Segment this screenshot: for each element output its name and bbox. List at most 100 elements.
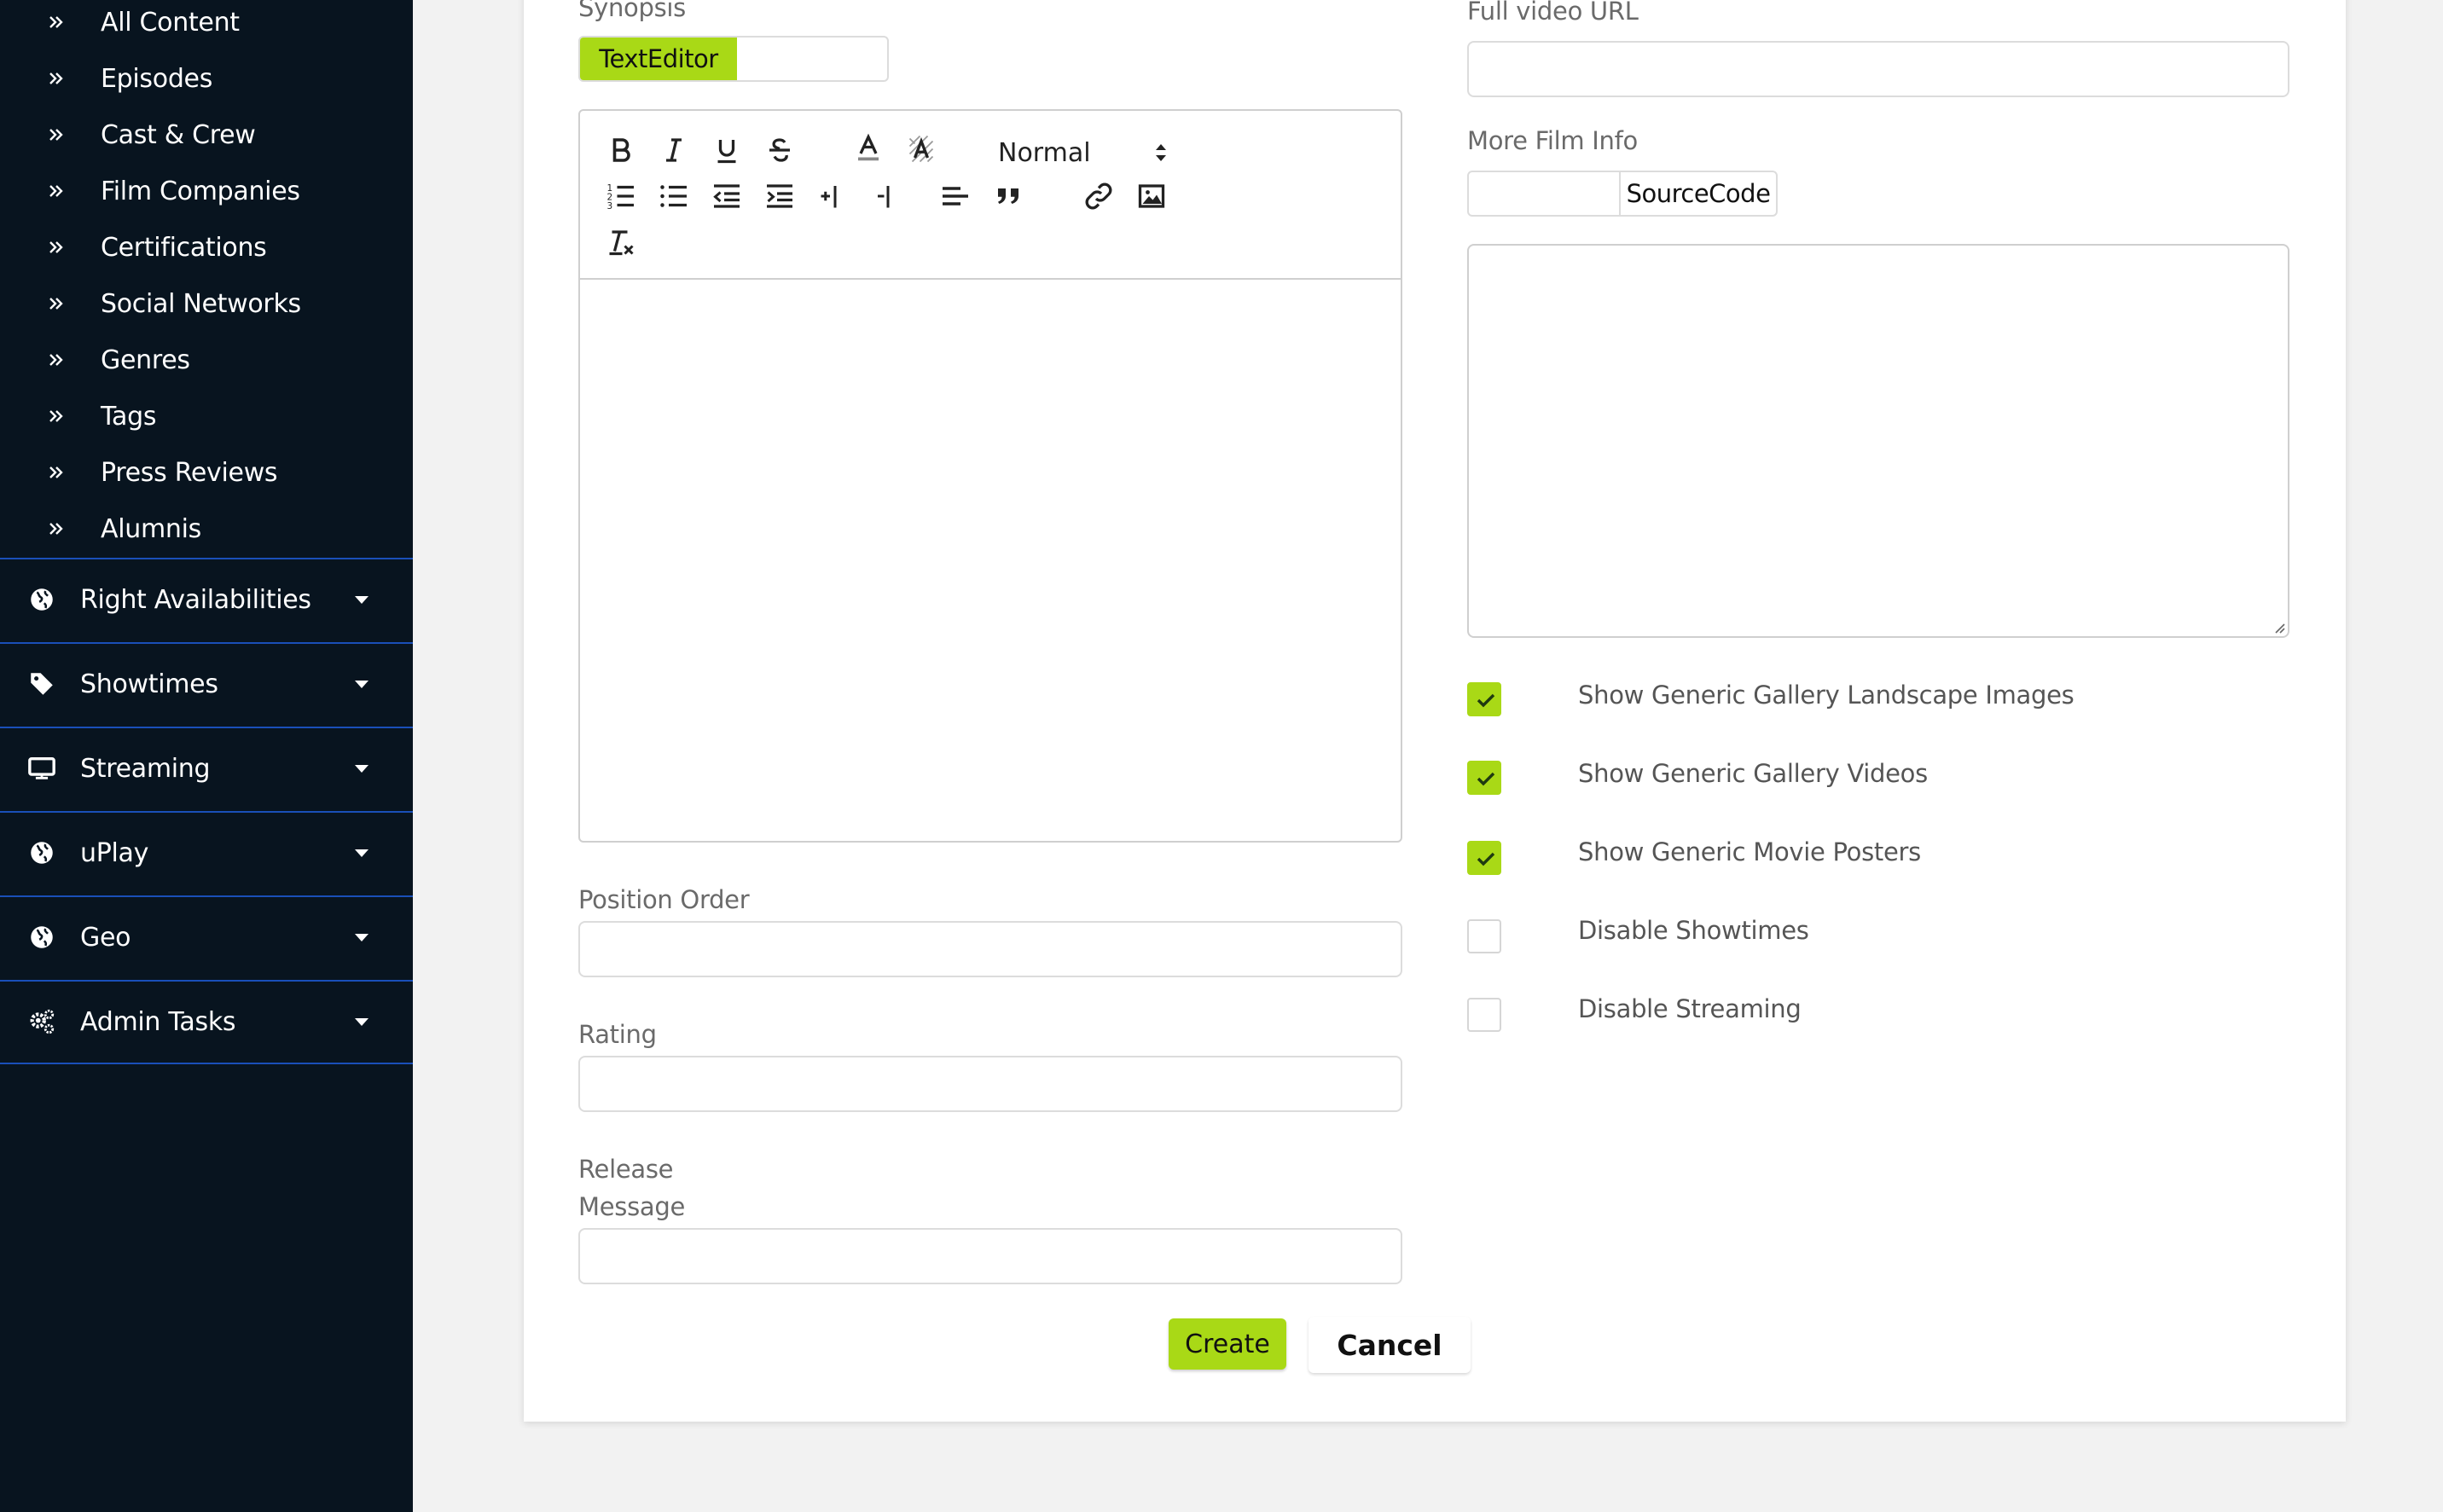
sidebar-menu-uplay[interactable]: uPlay — [0, 811, 413, 893]
double-chevron-right-icon — [49, 298, 63, 310]
sidebar-item-label: Social Networks — [101, 288, 301, 319]
blockquote-icon[interactable] — [991, 179, 1025, 213]
sidebar-menu-label: Streaming — [80, 753, 211, 784]
link-icon[interactable] — [1082, 179, 1116, 213]
show-gallery-videos-label: Show Generic Gallery Videos — [1578, 759, 1928, 788]
disable-showtimes-label: Disable Showtimes — [1578, 916, 1809, 945]
sidebar-item-episodes[interactable]: Episodes — [0, 51, 413, 106]
double-chevron-right-icon — [49, 410, 63, 422]
sidebar-item-alumnis[interactable]: Alumnis — [0, 501, 413, 556]
globe-icon — [31, 588, 53, 611]
release-message-label-line1: Release — [578, 1155, 674, 1184]
sidebar-menu-geo[interactable]: Geo — [0, 895, 413, 977]
tag-icon — [31, 673, 53, 695]
source-code-mode-button[interactable] — [737, 38, 887, 80]
indent-icon[interactable] — [763, 179, 797, 213]
sidebar-item-social-networks[interactable]: Social Networks — [0, 276, 413, 331]
synopsis-rich-text-editor: Normal 123 — [578, 109, 1402, 843]
sidebar-item-all-content[interactable]: All Content — [0, 0, 413, 49]
double-chevron-right-icon — [49, 354, 63, 366]
create-button[interactable]: Create — [1169, 1318, 1286, 1370]
show-landscape-images-label: Show Generic Gallery Landscape Images — [1578, 681, 2075, 710]
sidebar-item-label: Certifications — [101, 232, 267, 263]
source-code-mode-button[interactable]: SourceCode — [1619, 172, 1776, 215]
select-arrows-icon — [1156, 144, 1166, 161]
caret-down-icon — [355, 849, 368, 857]
sidebar-item-film-companies[interactable]: Film Companies — [0, 164, 413, 218]
caret-down-icon — [355, 765, 368, 773]
sidebar-item-label: Press Reviews — [101, 457, 278, 488]
caret-down-icon — [355, 1018, 368, 1026]
more-film-info-textarea[interactable] — [1467, 244, 2289, 638]
clear-formatting-icon[interactable] — [604, 225, 638, 259]
strikethrough-icon[interactable] — [763, 133, 797, 167]
cancel-button[interactable]: Cancel — [1309, 1317, 1471, 1373]
caret-down-icon — [355, 934, 368, 941]
disable-streaming-checkbox[interactable] — [1467, 998, 1501, 1032]
sidebar-menu-label: Showtimes — [80, 669, 218, 699]
disable-showtimes-checkbox[interactable] — [1467, 919, 1501, 953]
ordered-list-icon[interactable]: 123 — [604, 179, 638, 213]
resize-grip-icon[interactable] — [2271, 619, 2286, 634]
globe-icon — [31, 926, 53, 948]
italic-icon[interactable] — [657, 133, 691, 167]
checkmark-icon — [1477, 852, 1495, 866]
rating-input[interactable] — [578, 1056, 1402, 1112]
sidebar-item-label: Cast & Crew — [101, 119, 256, 150]
font-color-icon[interactable] — [851, 131, 885, 165]
show-landscape-images-checkbox[interactable] — [1467, 682, 1501, 716]
sidebar-divider — [0, 1063, 413, 1064]
show-gallery-videos-checkbox[interactable] — [1467, 761, 1501, 795]
sidebar-item-press-reviews[interactable]: Press Reviews — [0, 445, 413, 500]
text-editor-mode-button[interactable]: TextEditor — [580, 38, 737, 80]
sidebar-item-genres[interactable]: Genres — [0, 333, 413, 387]
position-order-label: Position Order — [578, 885, 750, 914]
sidebar-menu-label: Right Availabilities — [80, 584, 311, 615]
image-icon[interactable] — [1134, 179, 1169, 213]
release-message-input[interactable] — [578, 1228, 1402, 1284]
release-message-label-line2: Message — [578, 1192, 686, 1221]
format-select[interactable]: Normal — [998, 133, 1169, 172]
checkmark-icon — [1477, 772, 1495, 786]
sidebar-item-certifications[interactable]: Certifications — [0, 220, 413, 275]
caret-down-icon — [355, 681, 368, 688]
sidebar-menu-showtimes[interactable]: Showtimes — [0, 642, 413, 724]
synopsis-editor-body[interactable] — [580, 281, 1401, 841]
caret-down-icon — [355, 596, 368, 604]
double-chevron-right-icon — [49, 72, 63, 84]
double-chevron-right-icon — [49, 129, 63, 141]
double-chevron-right-icon — [49, 466, 63, 478]
align-left-icon[interactable] — [938, 179, 972, 213]
full-video-url-label: Full video URL — [1467, 0, 1639, 26]
sidebar-menu-label: Geo — [80, 922, 131, 953]
sidebar: All Content Episodes Cast & Crew Film Co… — [0, 0, 413, 1512]
sidebar-menu-admin-tasks[interactable]: Admin Tasks — [0, 980, 413, 1062]
more-film-info-mode-toggle: SourceCode — [1467, 171, 1778, 217]
outdent-icon[interactable] — [710, 179, 744, 213]
sidebar-item-label: Tags — [101, 401, 157, 432]
show-movie-posters-label: Show Generic Movie Posters — [1578, 837, 1921, 866]
monitor-icon — [28, 756, 55, 779]
text-editor-mode-button[interactable] — [1469, 172, 1619, 215]
synopsis-mode-toggle: TextEditor — [578, 36, 889, 82]
background-color-icon[interactable] — [904, 133, 938, 167]
rating-label: Rating — [578, 1020, 657, 1049]
position-order-input[interactable] — [578, 921, 1402, 977]
underline-icon[interactable] — [710, 133, 744, 167]
direction-ltr-icon[interactable] — [815, 179, 850, 213]
sidebar-item-cast-crew[interactable]: Cast & Crew — [0, 107, 413, 162]
sidebar-menu-right-availabilities[interactable]: Right Availabilities — [0, 558, 413, 640]
format-select-value: Normal — [998, 137, 1091, 168]
bold-icon[interactable] — [604, 133, 638, 167]
double-chevron-right-icon — [49, 185, 63, 197]
synopsis-label: Synopsis — [578, 0, 686, 22]
show-movie-posters-checkbox[interactable] — [1467, 841, 1501, 875]
disable-streaming-label: Disable Streaming — [1578, 994, 1802, 1023]
checkmark-icon — [1477, 693, 1495, 708]
sidebar-item-tags[interactable]: Tags — [0, 389, 413, 443]
bullet-list-icon[interactable] — [657, 179, 691, 213]
gears-icon — [30, 1009, 55, 1034]
sidebar-menu-streaming[interactable]: Streaming — [0, 727, 413, 808]
full-video-url-input[interactable] — [1467, 41, 2289, 97]
direction-rtl-icon[interactable] — [868, 179, 902, 213]
